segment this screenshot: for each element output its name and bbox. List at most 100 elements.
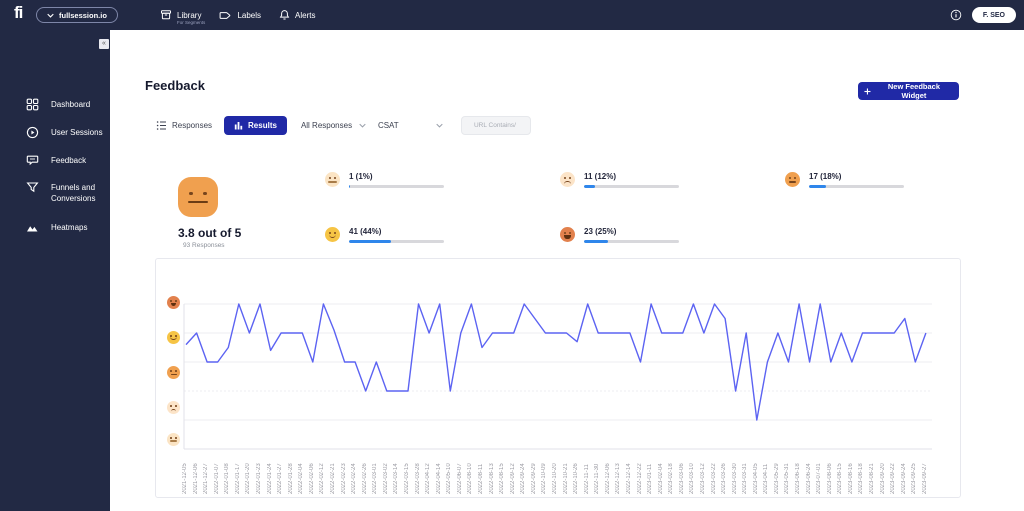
distribution-count-label: 17 (18%) <box>809 172 904 181</box>
tab-responses[interactable]: Responses <box>156 120 212 131</box>
x-axis-date-label: 2022-09-12 <box>510 452 516 494</box>
x-axis-date-label: 2022-01-23 <box>256 452 262 494</box>
distribution-bar-track <box>809 185 904 188</box>
x-axis-date-label: 2023-03-26 <box>721 452 727 494</box>
info-icon[interactable] <box>950 9 962 21</box>
sidebar-item-label: Heatmaps <box>51 220 87 233</box>
tab-results[interactable]: Results <box>224 116 287 135</box>
bar-chart-icon <box>234 121 243 130</box>
nav-item-alerts[interactable]: Alerts <box>279 9 315 21</box>
nav-item-labels[interactable]: Labels <box>219 10 261 21</box>
neutral-emoji-icon <box>785 172 800 187</box>
sidebar-item-dashboard[interactable]: Dashboard <box>0 97 110 111</box>
distribution-count-label: 11 (12%) <box>584 172 679 181</box>
audience-select-value: All Responses <box>301 121 359 130</box>
responses-count: 93 Responses <box>183 242 225 249</box>
overall-mood-emoji <box>178 177 218 222</box>
x-axis-date-label: 2023-09-24 <box>901 452 907 494</box>
x-axis-date-label: 2023-08-15 <box>837 452 843 494</box>
grimace-emoji-icon <box>325 172 340 187</box>
page-title: Feedback <box>145 78 205 93</box>
sad-emoji-icon <box>560 172 575 187</box>
x-axis-date-label: 2022-01-28 <box>288 452 294 494</box>
x-axis-date-label: 2023-03-06 <box>679 452 685 494</box>
brand-logo: fi <box>14 3 22 23</box>
sidebar-item-label: Dashboard <box>51 97 90 110</box>
sidebar: Dashboard User Sessions Feedback Funnels… <box>0 30 110 511</box>
x-axis-date-label: 2023-01-11 <box>647 452 653 494</box>
x-axis-date-label: 2022-11-30 <box>594 452 600 494</box>
x-axis-date-label: 2022-02-24 <box>351 452 357 494</box>
x-axis-date-label: 2022-06-07 <box>457 452 463 494</box>
tab-responses-label: Responses <box>172 121 212 130</box>
x-axis-date-label: 2022-08-10 <box>467 452 473 494</box>
feedback-trend-chart-card: 2021-12-052021-12-062021-12-272022-01-07… <box>155 258 961 498</box>
distribution-bar-fill <box>584 240 608 243</box>
distribution-bar-track <box>349 185 444 188</box>
x-axis-date-label: 2022-10-26 <box>573 452 579 494</box>
nav-item-label: Labels <box>237 11 261 20</box>
distribution-bar-track <box>584 240 679 243</box>
x-axis-date-label: 2022-04-14 <box>436 452 442 494</box>
distribution-count-label: 23 (25%) <box>584 227 679 236</box>
distribution-count-label: 1 (1%) <box>349 172 444 181</box>
survey-type-select-value: CSAT <box>378 121 436 130</box>
user-menu-button[interactable]: F. SEO <box>972 7 1016 23</box>
sidebar-item-feedback[interactable]: Feedback <box>0 153 110 167</box>
bell-icon <box>279 9 290 21</box>
x-axis-date-label: 2022-03-02 <box>383 452 389 494</box>
x-axis-date-label: 2022-02-23 <box>341 452 347 494</box>
x-axis-date-label: 2022-02-21 <box>330 452 336 494</box>
x-axis-date-label: 2023-08-06 <box>827 452 833 494</box>
feedback-trend-line-chart[interactable] <box>156 259 946 451</box>
new-feedback-widget-button[interactable]: New Feedback Widget <box>858 82 959 100</box>
x-axis-date-label: 2023-09-27 <box>922 452 928 494</box>
url-search-input[interactable] <box>472 121 524 130</box>
chevron-down-icon <box>359 123 366 128</box>
x-axis-date-label: 2022-12-22 <box>637 452 643 494</box>
list-icon <box>156 120 167 131</box>
x-axis-date-label: 2022-02-12 <box>319 452 325 494</box>
tag-icon <box>219 10 232 21</box>
x-axis-date-label: 2022-11-11 <box>584 452 590 494</box>
distribution-item-sad: 11 (12%) <box>560 172 785 227</box>
x-axis-date-label: 2022-01-24 <box>267 452 273 494</box>
x-axis-date-label: 2022-08-15 <box>499 452 505 494</box>
plus-icon <box>864 88 871 95</box>
nav-item-sublabel: For Segments <box>177 20 205 25</box>
x-axis-date-label: 2023-09-25 <box>911 452 917 494</box>
x-axis-date-label: 2022-10-20 <box>552 452 558 494</box>
x-axis-date-label: 2021-12-05 <box>182 452 188 494</box>
x-axis-date-label: 2023-06-24 <box>806 452 812 494</box>
app-window: fi fullsession.io Library For Segments L… <box>0 0 1024 511</box>
distribution-item-grimace: 1 (1%) <box>325 172 560 227</box>
sidebar-item-user-sessions[interactable]: User Sessions <box>0 125 110 139</box>
x-axis-date-label: 2023-08-18 <box>858 452 864 494</box>
distribution-count-label: 41 (44%) <box>349 227 444 236</box>
sidebar-item-label: User Sessions <box>51 125 103 138</box>
x-axis-date-label: 2023-02-18 <box>668 452 674 494</box>
survey-type-select[interactable]: CSAT <box>378 121 443 130</box>
chevron-down-icon <box>47 13 54 18</box>
x-axis-date-label: 2023-03-12 <box>700 452 706 494</box>
account-switcher[interactable]: fullsession.io <box>36 7 118 23</box>
x-axis-date-label: 2023-06-18 <box>795 452 801 494</box>
audience-select[interactable]: All Responses <box>301 121 366 130</box>
distribution-bar-track <box>584 185 679 188</box>
mountain-icon <box>26 221 39 234</box>
funnel-icon <box>26 181 39 194</box>
nav-item-library[interactable]: Library For Segments <box>160 9 201 21</box>
distribution-item-neutral: 17 (18%) <box>785 172 904 227</box>
sidebar-item-heatmaps[interactable]: Heatmaps <box>0 220 110 234</box>
nav-item-label: Library <box>177 11 201 20</box>
x-axis-date-label: 2022-12-06 <box>605 452 611 494</box>
sidebar-item-funnels[interactable]: Funnels and Conversions <box>0 180 110 204</box>
x-axis-date-label: 2023-05-31 <box>784 452 790 494</box>
distribution-bar-fill <box>809 185 826 188</box>
sidebar-item-label: Feedback <box>51 153 86 166</box>
x-axis-date-label: 2022-03-01 <box>372 452 378 494</box>
excited-emoji-icon <box>560 227 575 242</box>
sidebar-collapse-button[interactable]: « <box>99 39 109 49</box>
x-axis-date-label: 2022-01-27 <box>277 452 283 494</box>
x-axis-date-label: 2023-04-11 <box>763 452 769 494</box>
